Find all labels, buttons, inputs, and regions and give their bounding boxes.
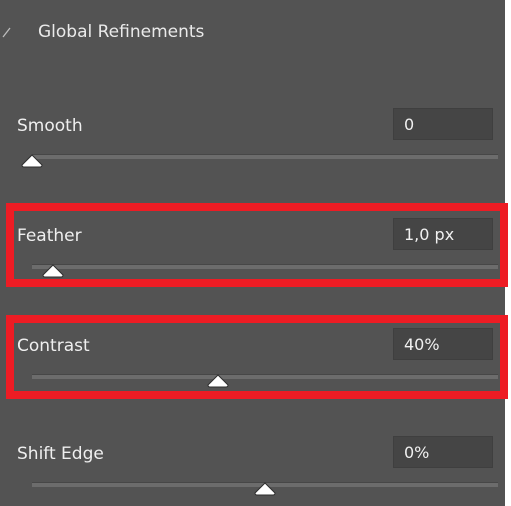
smooth-slider-thumb-icon[interactable]: [20, 154, 44, 168]
shift-edge-slider-thumb-icon[interactable]: [253, 482, 277, 496]
setting-row-contrast: Contrast 40%: [0, 328, 505, 398]
setting-row-shift-edge: Shift Edge 0%: [0, 436, 505, 506]
smooth-slider-track[interactable]: [32, 154, 498, 159]
chevron-icon[interactable]: [2, 26, 12, 38]
shift-edge-label: Shift Edge: [17, 444, 104, 464]
feather-slider-thumb-icon[interactable]: [41, 264, 65, 278]
smooth-label: Smooth: [17, 116, 83, 136]
smooth-input[interactable]: 0: [393, 108, 493, 140]
contrast-slider-thumb-icon[interactable]: [206, 374, 230, 388]
contrast-slider-track[interactable]: [32, 374, 498, 379]
setting-row-feather: Feather 1,0 px: [0, 218, 505, 288]
feather-input[interactable]: 1,0 px: [393, 218, 493, 250]
setting-row-smooth: Smooth 0: [0, 108, 505, 178]
contrast-label: Contrast: [17, 336, 90, 356]
section-title: Global Refinements: [38, 22, 205, 42]
refine-edge-panel: Global Refinements Smooth 0 Feather 1,0 …: [0, 0, 508, 506]
contrast-input[interactable]: 40%: [393, 328, 493, 360]
section-header-global-refinements[interactable]: Global Refinements: [0, 18, 505, 54]
feather-slider-track[interactable]: [32, 264, 498, 269]
feather-label: Feather: [17, 226, 82, 246]
shift-edge-input[interactable]: 0%: [393, 436, 493, 468]
